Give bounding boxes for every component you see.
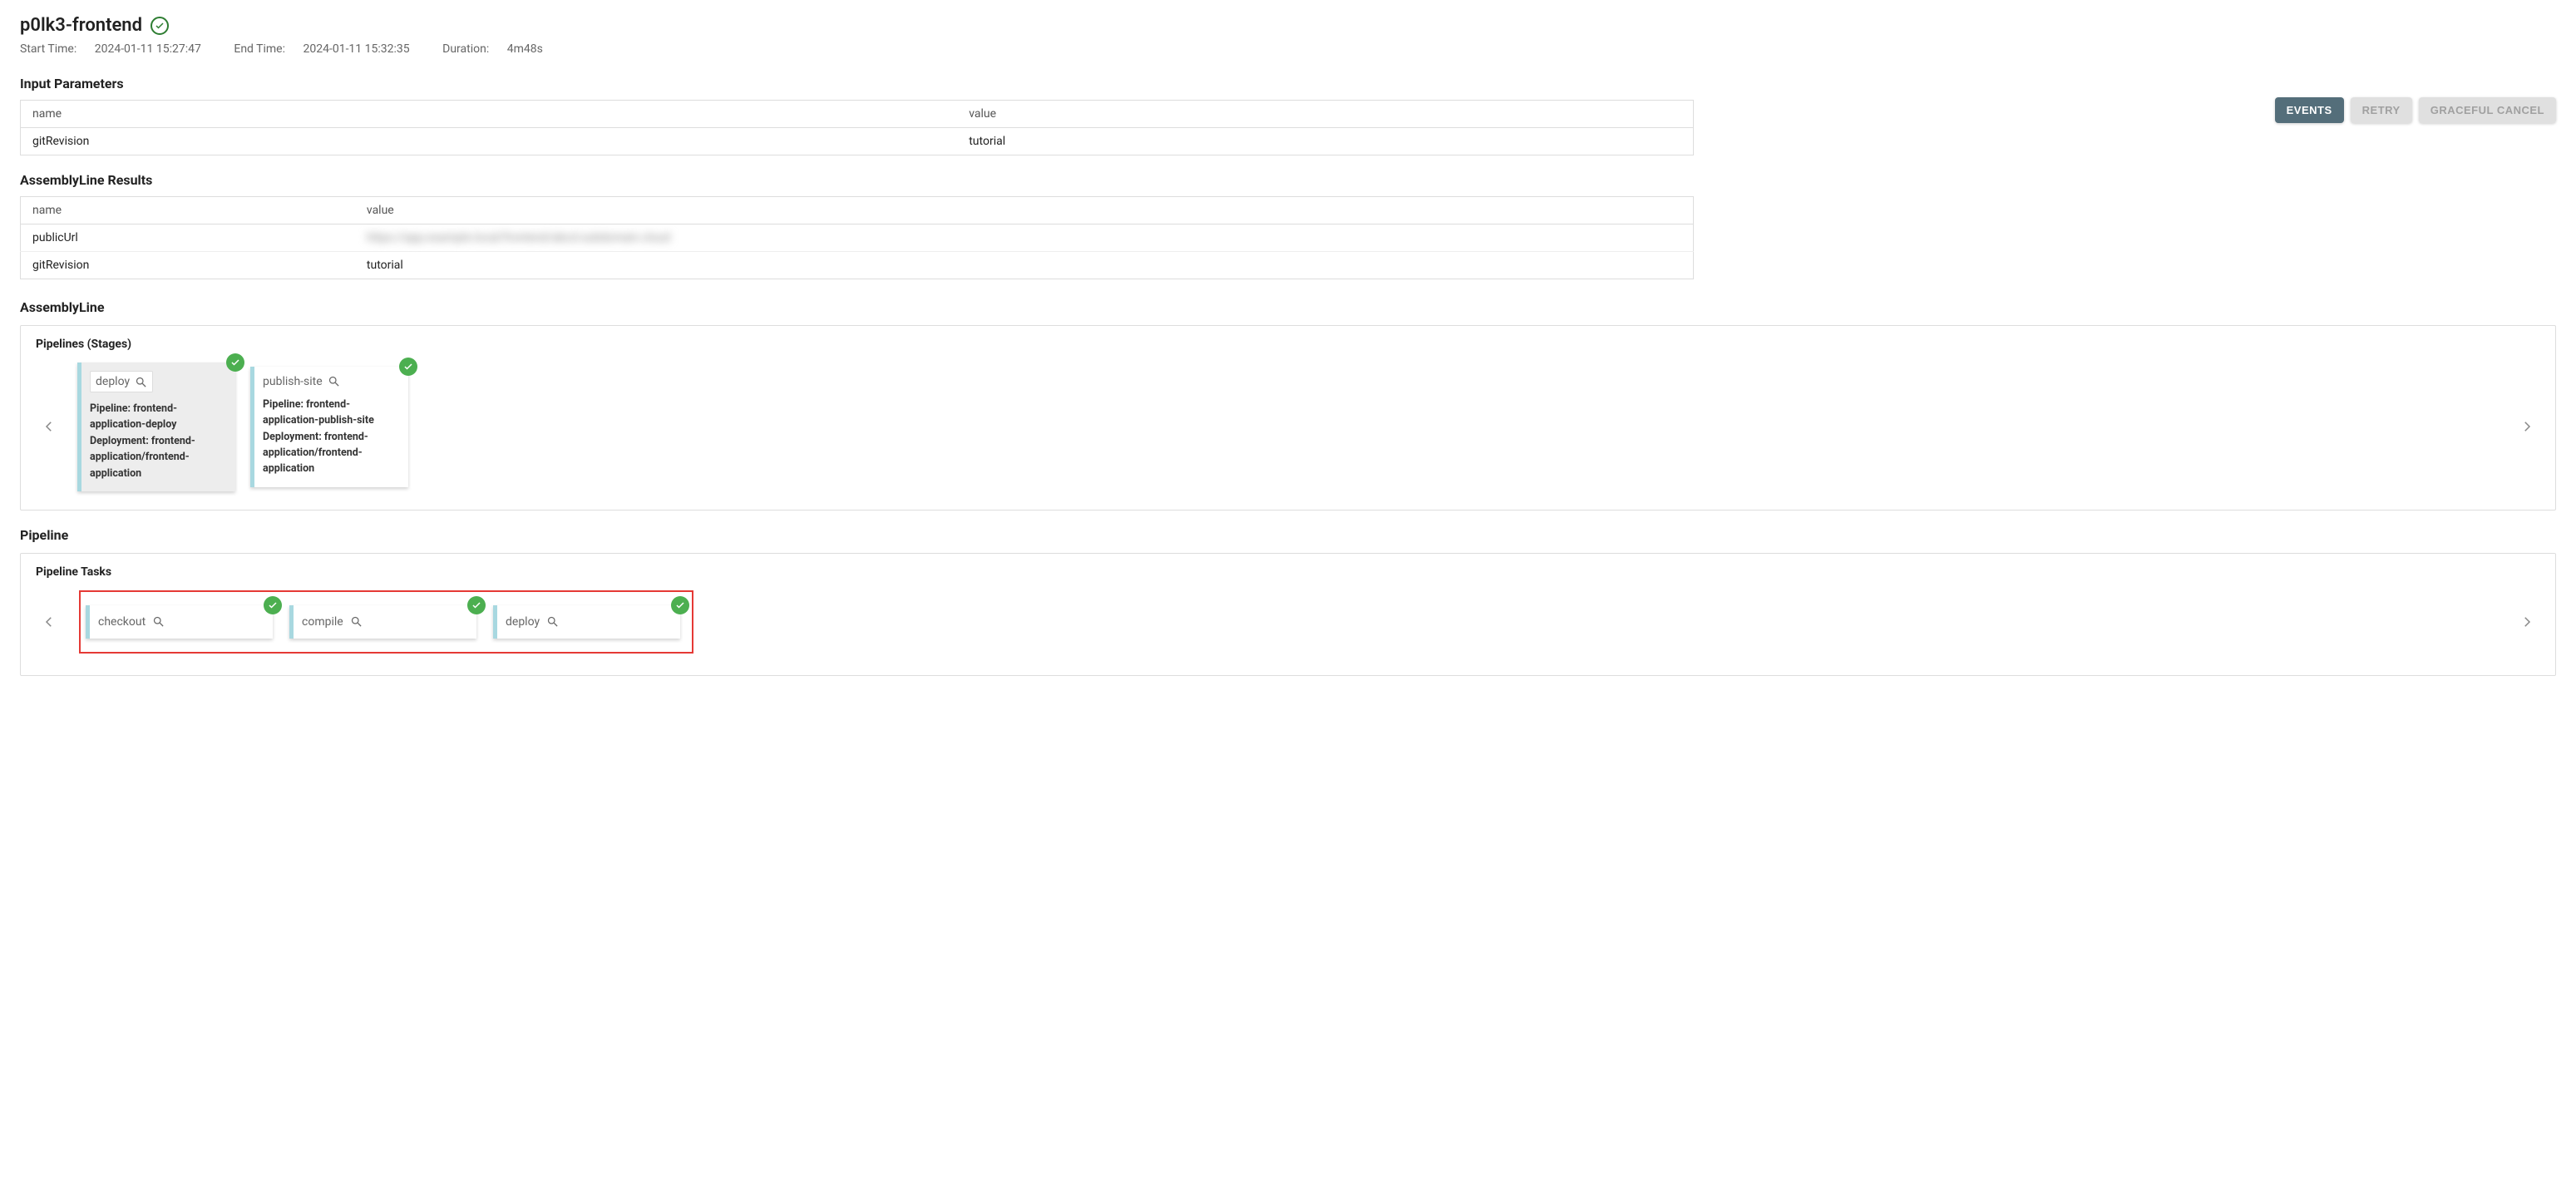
task-card-checkout[interactable]: checkout: [86, 605, 273, 639]
table-row: gitRevision tutorial: [21, 252, 1694, 279]
check-icon: [264, 596, 282, 614]
result-value: tutorial: [355, 252, 1694, 279]
status-success-icon: [151, 17, 169, 35]
stage-deployment-label: Deployment:: [90, 435, 149, 447]
pipeline-heading: Pipeline: [20, 527, 2556, 543]
search-icon[interactable]: [328, 375, 340, 387]
start-time-value: 2024-01-11 15:27:47: [95, 42, 201, 56]
stage-card-publish-site[interactable]: publish-site Pipeline: frontend-applicat…: [250, 367, 408, 487]
tasks-highlight-box: checkout compile deploy: [79, 590, 693, 654]
tasks-next-button[interactable]: [2514, 609, 2540, 635]
end-time-value: 2024-01-11 15:32:35: [303, 42, 409, 56]
stages-prev-button[interactable]: [36, 413, 62, 440]
results-table: name value publicUrl https://app.example…: [20, 196, 1694, 279]
param-value: tutorial: [957, 128, 1693, 155]
input-parameters-table: name value gitRevision tutorial: [20, 100, 1694, 155]
task-name: checkout: [98, 615, 146, 629]
search-icon[interactable]: [546, 615, 559, 628]
stage-name: publish-site: [263, 375, 323, 388]
task-card-compile[interactable]: compile: [289, 605, 476, 639]
duration-label: Duration:: [442, 42, 489, 56]
pipelines-panel: Pipelines (Stages) deploy Pipeline: fron…: [20, 325, 2556, 511]
stage-pipeline-label: Pipeline:: [263, 398, 303, 411]
table-header-value: value: [355, 197, 1694, 224]
search-icon[interactable]: [350, 615, 363, 628]
task-name: deploy: [506, 615, 540, 629]
result-name: gitRevision: [21, 252, 355, 279]
check-icon: [399, 358, 417, 376]
table-row: publicUrl https://app.example.local/fron…: [21, 224, 1694, 252]
table-header-name: name: [21, 197, 355, 224]
result-value: https://app.example.local/frontend/abcd.…: [355, 224, 1694, 252]
stage-card-deploy[interactable]: deploy Pipeline: frontend-application-de…: [77, 363, 235, 491]
param-name: gitRevision: [21, 128, 958, 155]
task-card-deploy[interactable]: deploy: [493, 605, 680, 639]
duration-value: 4m48s: [507, 42, 543, 56]
check-icon: [226, 353, 244, 372]
stages-next-button[interactable]: [2514, 413, 2540, 440]
check-icon: [467, 596, 486, 614]
tasks-prev-button[interactable]: [36, 609, 62, 635]
check-icon: [671, 596, 689, 614]
page-title: p0lk3-frontend: [20, 15, 142, 36]
run-meta: Start Time: 2024-01-11 15:27:47 End Time…: [20, 42, 2556, 56]
graceful-cancel-button[interactable]: GRACEFUL CANCEL: [2419, 97, 2556, 123]
assemblyline-heading: AssemblyLine: [20, 299, 2556, 315]
stage-deployment-label: Deployment:: [263, 431, 322, 443]
search-icon[interactable]: [135, 376, 147, 388]
table-row: gitRevision tutorial: [21, 128, 1694, 155]
pipeline-tasks-title: Pipeline Tasks: [36, 565, 2540, 579]
pipeline-tasks-panel: Pipeline Tasks checkout compile: [20, 553, 2556, 676]
task-name: compile: [302, 615, 343, 629]
input-parameters-heading: Input Parameters: [20, 76, 1694, 91]
end-time-label: End Time:: [234, 42, 285, 56]
pipelines-panel-title: Pipelines (Stages): [36, 338, 2540, 351]
events-button[interactable]: EVENTS: [2275, 97, 2344, 123]
stage-name: deploy: [96, 375, 130, 388]
stage-pipeline-label: Pipeline:: [90, 402, 131, 415]
start-time-label: Start Time:: [20, 42, 76, 56]
table-header-value: value: [957, 101, 1693, 128]
search-icon[interactable]: [152, 615, 165, 628]
retry-button[interactable]: RETRY: [2351, 97, 2412, 123]
results-heading: AssemblyLine Results: [20, 172, 1694, 188]
table-header-name: name: [21, 101, 958, 128]
result-name: publicUrl: [21, 224, 355, 252]
